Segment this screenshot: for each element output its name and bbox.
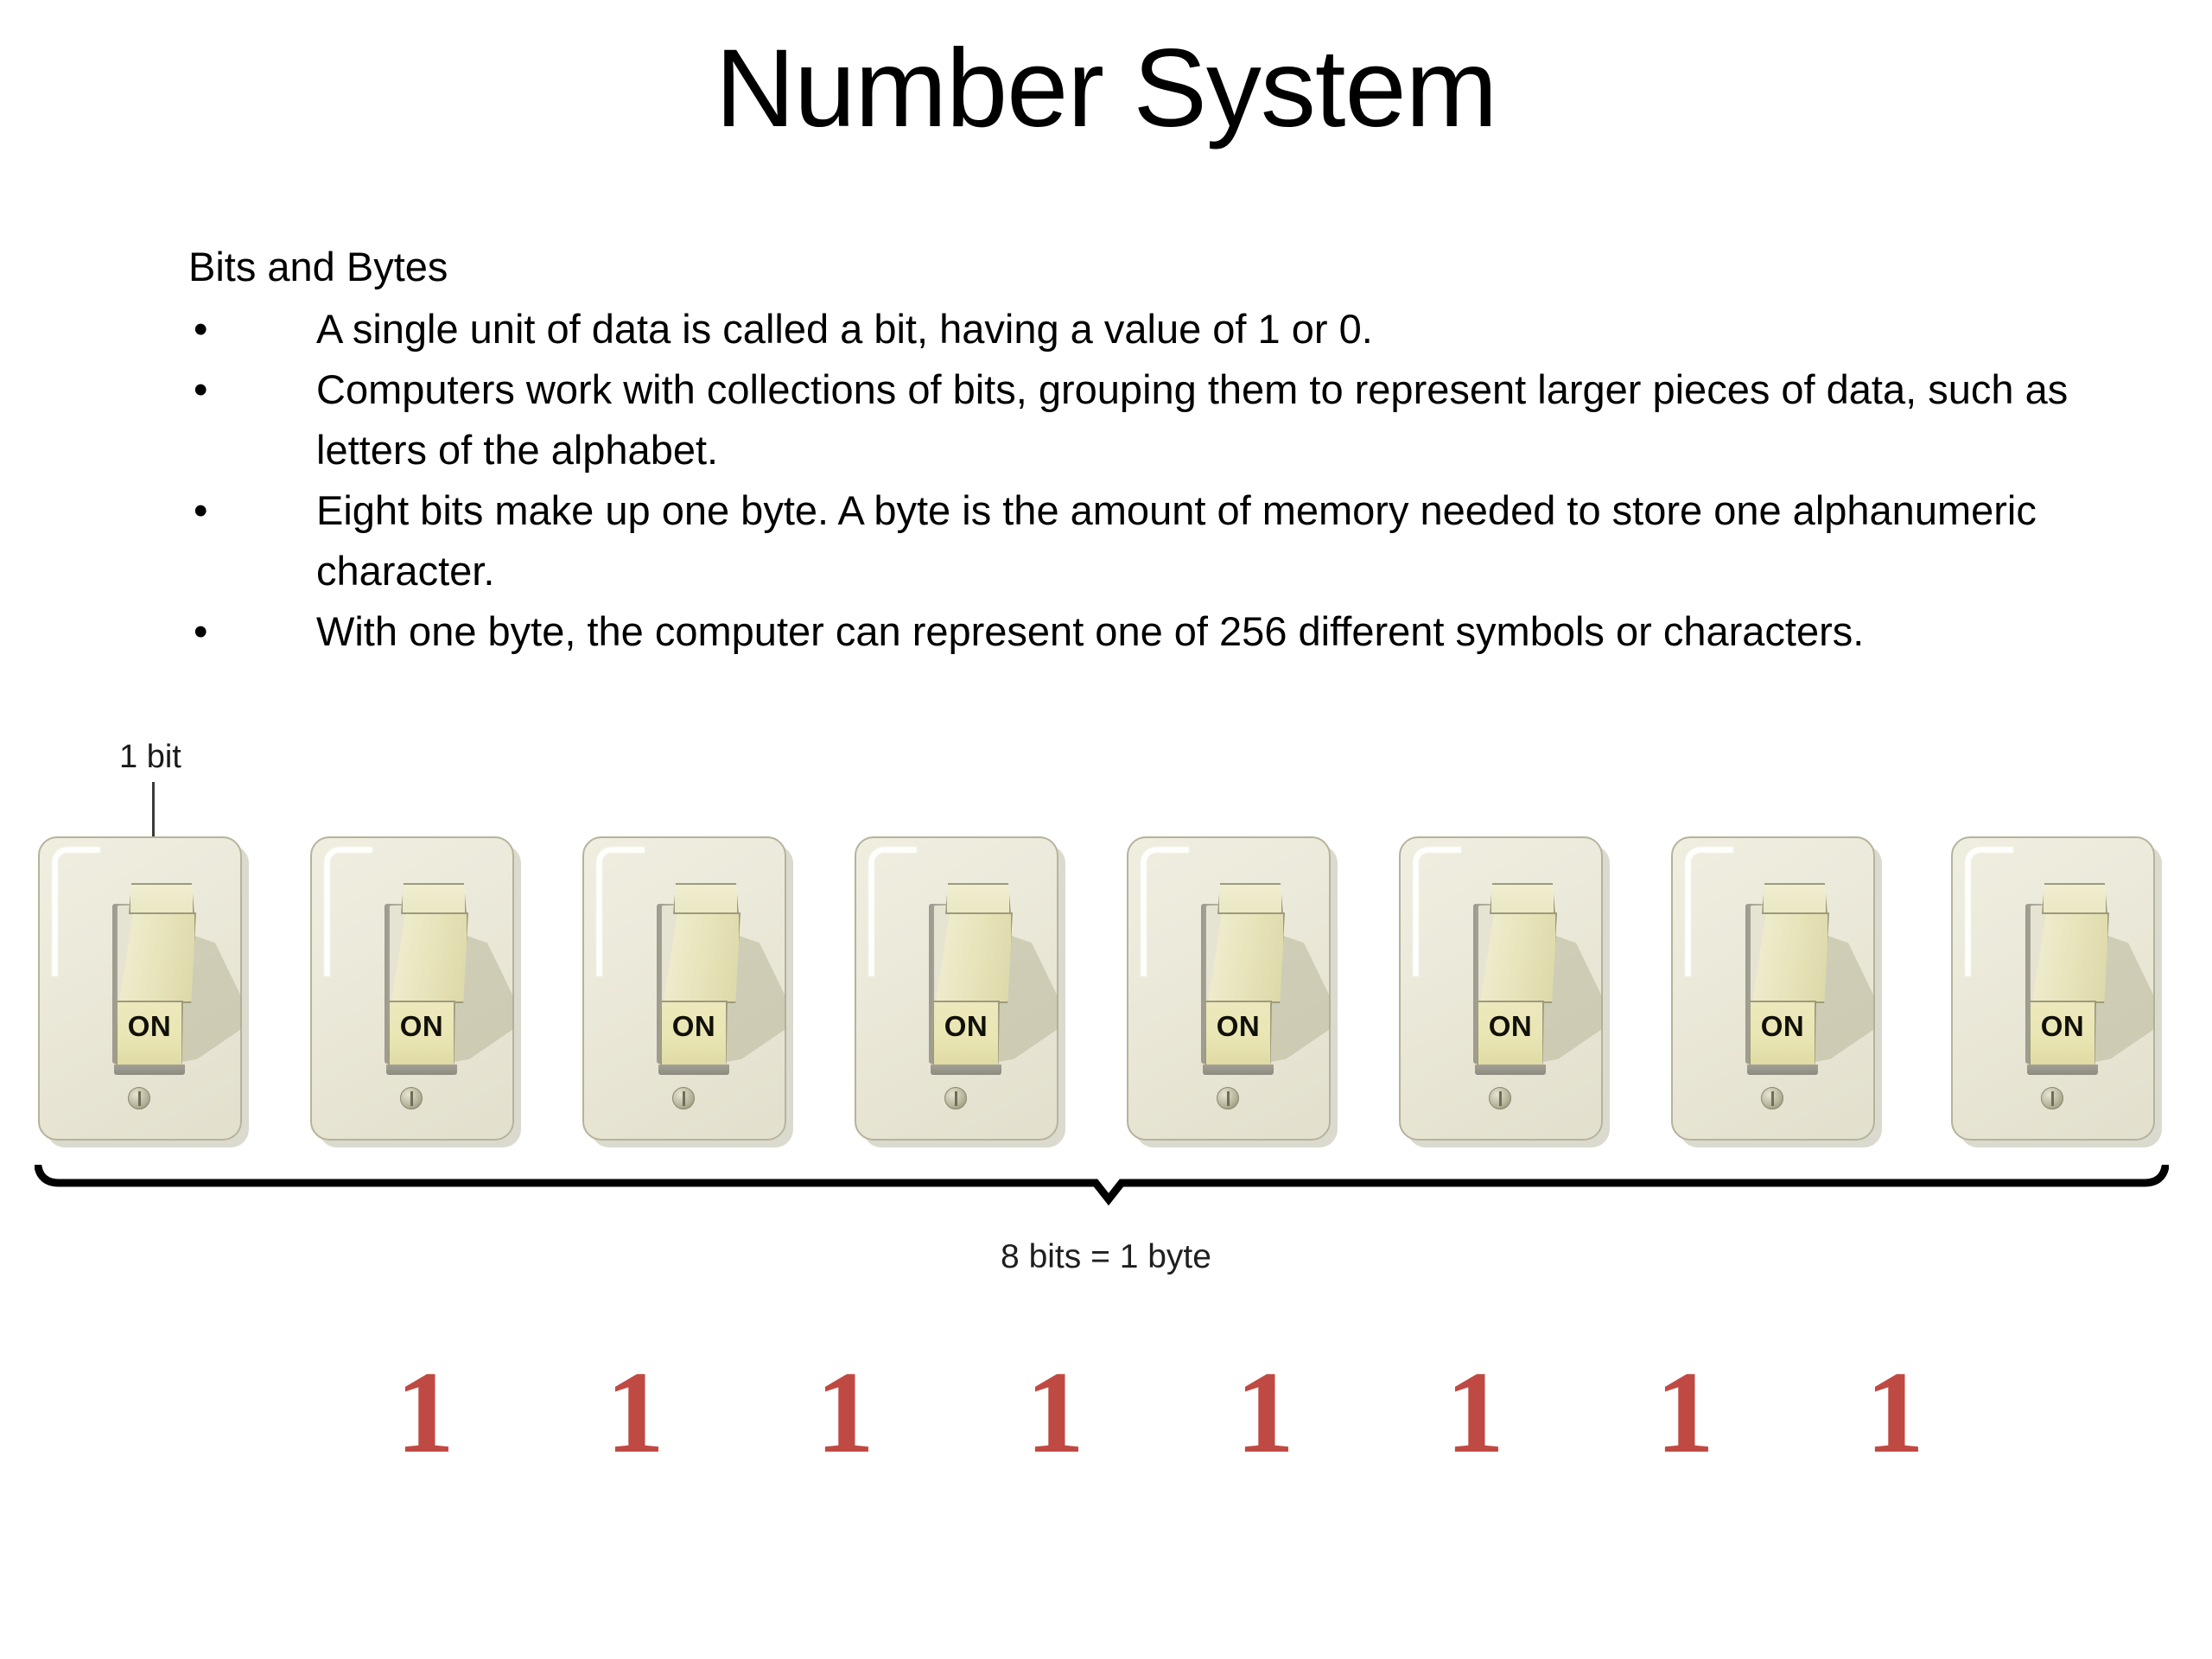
binary-digit: 1 bbox=[396, 1348, 454, 1478]
switch-state-label: ON bbox=[944, 1010, 988, 1042]
list-item-text: Computers work with collections of bits,… bbox=[316, 366, 2069, 473]
light-switch[interactable]: ON bbox=[1399, 836, 1603, 1147]
binary-digit: 1 bbox=[816, 1348, 874, 1478]
toggle-lever-top bbox=[1217, 883, 1283, 914]
toggle-lever-top bbox=[1762, 883, 1827, 914]
binary-digit: 1 bbox=[606, 1348, 664, 1478]
one-bit-callout-label: 1 bit bbox=[119, 739, 181, 775]
list-item: • A single unit of data is called a bit,… bbox=[188, 299, 2107, 359]
switch-row: ON ON ON ON ON ON ON ON bbox=[0, 836, 2212, 1149]
toggle-lever-base bbox=[2027, 1065, 2098, 1075]
toggle-lever-base bbox=[386, 1065, 457, 1075]
switch-state-label: ON bbox=[671, 1010, 716, 1042]
binary-digit: 1 bbox=[1236, 1348, 1294, 1478]
toggle-lever-base bbox=[931, 1065, 1001, 1075]
light-switch[interactable]: ON bbox=[310, 836, 514, 1147]
list-item-text: Eight bits make up one byte. A byte is t… bbox=[316, 487, 2037, 594]
list-item: • Eight bits make up one byte. A byte is… bbox=[188, 480, 2107, 601]
toggle-lever-base bbox=[114, 1065, 185, 1075]
toggle-lever-top bbox=[673, 883, 739, 914]
body-text-block: Bits and Bytes • A single unit of data i… bbox=[188, 238, 2107, 662]
light-switch[interactable]: ON bbox=[1127, 836, 1331, 1147]
section-heading: Bits and Bytes bbox=[188, 244, 448, 289]
bullet-icon: • bbox=[194, 608, 208, 654]
light-switch[interactable]: ON bbox=[38, 836, 242, 1147]
byte-brace bbox=[35, 1165, 2169, 1217]
screw-icon bbox=[128, 1087, 150, 1109]
screw-icon bbox=[1761, 1087, 1783, 1109]
toggle-lever-base bbox=[1747, 1065, 1818, 1075]
switch-state-label: ON bbox=[127, 1010, 172, 1042]
screw-icon bbox=[1217, 1087, 1239, 1109]
binary-digit: 1 bbox=[1656, 1348, 1714, 1478]
toggle-lever-base bbox=[1475, 1065, 1546, 1075]
bullet-icon: • bbox=[194, 366, 208, 412]
switch-state-label: ON bbox=[1488, 1010, 1533, 1042]
binary-digit: 1 bbox=[1446, 1348, 1504, 1478]
toggle-lever-top bbox=[129, 883, 194, 914]
callout-leader-line bbox=[152, 782, 155, 842]
bullet-icon: • bbox=[194, 487, 208, 533]
toggle-lever-top bbox=[1490, 883, 1555, 914]
screw-icon bbox=[2041, 1087, 2063, 1109]
screw-icon bbox=[672, 1087, 695, 1109]
binary-digits-row: 1 1 1 1 1 1 1 1 bbox=[0, 1348, 2212, 1486]
list-item-text: A single unit of data is called a bit, h… bbox=[316, 306, 1373, 352]
light-switch[interactable]: ON bbox=[582, 836, 786, 1147]
byte-caption: 8 bits = 1 byte bbox=[1001, 1238, 1211, 1275]
toggle-lever-top bbox=[401, 883, 467, 914]
screw-icon bbox=[1489, 1087, 1511, 1109]
switch-state-label: ON bbox=[399, 1010, 444, 1042]
list-item-text: With one byte, the computer can represen… bbox=[316, 608, 1865, 654]
light-switch[interactable]: ON bbox=[1671, 836, 1875, 1147]
binary-digit: 1 bbox=[1026, 1348, 1084, 1478]
binary-digit: 1 bbox=[1866, 1348, 1924, 1478]
list-item: • Computers work with collections of bit… bbox=[188, 359, 2107, 480]
brace-shape bbox=[35, 1165, 2169, 1206]
toggle-lever-top bbox=[2042, 883, 2107, 914]
screw-icon bbox=[400, 1087, 423, 1109]
switch-state-label: ON bbox=[1760, 1010, 1805, 1042]
bullet-icon: • bbox=[194, 306, 208, 352]
light-switch[interactable]: ON bbox=[855, 836, 1058, 1147]
switch-state-label: ON bbox=[2040, 1010, 2085, 1042]
screw-icon bbox=[944, 1087, 967, 1109]
toggle-lever-base bbox=[658, 1065, 729, 1075]
toggle-lever-top bbox=[945, 883, 1011, 914]
light-switch[interactable]: ON bbox=[1951, 836, 2155, 1147]
page-title: Number System bbox=[715, 27, 1498, 150]
switch-state-label: ON bbox=[1216, 1010, 1261, 1042]
list-item: • With one byte, the computer can repres… bbox=[188, 601, 2107, 662]
toggle-lever-base bbox=[1203, 1065, 1274, 1075]
